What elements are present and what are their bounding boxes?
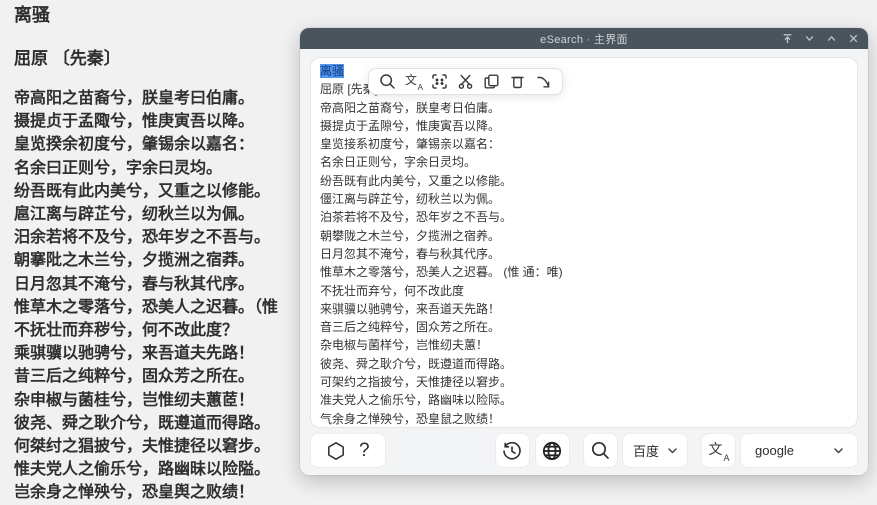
maximize-icon[interactable] (826, 33, 837, 44)
translate-icon: 文A (709, 441, 729, 461)
ocr-text-line: 帝高阳之苗裔兮，朕皇考日伯庸。 (320, 99, 848, 117)
ocr-text-line: 名余日正则兮，字余日灵均。 (320, 153, 848, 171)
copy-icon (483, 73, 500, 90)
ocr-text-line: 朝攀陇之木兰兮，夕揽洲之宿养。 (320, 227, 848, 245)
shape-button[interactable] (326, 441, 346, 461)
ocr-text-line: 不抚壮而弃兮，何不改此度 (320, 282, 848, 300)
ocr-text-line: 皇览接系初度兮，肇锡亲以嘉名： (320, 135, 848, 153)
minimize-icon[interactable] (804, 33, 815, 44)
ocr-text-line: 杂电椒与菌样兮，岂惟纫夫蕙！ (320, 336, 848, 354)
ocr-text-line: 僵江离与辟芷兮，纫秋兰以为佩。 (320, 190, 848, 208)
ocr-text-line: 惟草木之零落兮，恐美人之迟暮。 (惟 通：唯) (320, 263, 848, 281)
search-icon (590, 440, 611, 461)
copy-button[interactable] (482, 72, 501, 91)
trash-icon (509, 73, 526, 90)
help-button[interactable]: ? (359, 441, 370, 460)
footer-left-group: ? (310, 433, 386, 468)
ocr-text-line: 摄提贞于孟隙兮，惟庚寅吾以降。 (320, 117, 848, 135)
history-icon (501, 440, 523, 462)
search-button[interactable] (378, 72, 397, 91)
cut-button[interactable] (456, 72, 475, 91)
window-controls (782, 28, 859, 49)
ocr-text-line: 准夫党人之偷乐兮，路幽味以险际。 (320, 391, 848, 409)
ocr-text-editor[interactable]: 离骚 屈原 [先秦]帝高阳之苗裔兮，朕皇考日伯庸。摄提贞于孟隙兮，惟庚寅吾以降。… (310, 57, 858, 428)
esearch-window: eSearch · 主界面 (300, 28, 868, 475)
send-button[interactable] (534, 72, 553, 91)
ocr-text-line: 来骐骥以驰骋兮，来吾道天先路！ (320, 300, 848, 318)
translate-button[interactable]: 文A (404, 72, 423, 91)
ocr-text-line: 纷吾既有此内美兮，又重之以修能。 (320, 172, 848, 190)
ocr-text-lines: 屈原 [先秦]帝高阳之苗裔兮，朕皇考日伯庸。摄提贞于孟隙兮，惟庚寅吾以降。皇览接… (320, 80, 848, 428)
send-arrow-icon (535, 73, 552, 90)
translate-engine-button[interactable]: 文A (701, 433, 736, 468)
window-body: 离骚 屈原 [先秦]帝高阳之苗裔兮，朕皇考日伯庸。摄提贞于孟隙兮，惟庚寅吾以降。… (300, 49, 868, 475)
ocr-text-line: 可架约之指披兮，天惟捷径以窘步。 (320, 373, 848, 391)
ocr-text-line: 彼尧、舜之耿介兮，既遵道而得路。 (320, 355, 848, 373)
history-button[interactable] (495, 433, 530, 468)
translate-engine-value: google (755, 443, 794, 458)
search-engine-select[interactable]: 百度 (622, 433, 688, 468)
translate-engine-select[interactable]: google (740, 433, 858, 468)
hexagon-icon (326, 441, 346, 461)
ocr-text-line: 泊茶若将不及兮，恐年岁之不吾与。 (320, 208, 848, 226)
search-engine-value: 百度 (633, 441, 659, 460)
footer-bar: ? (310, 433, 858, 468)
pin-top-icon[interactable] (782, 33, 793, 44)
ocr-text-line: 气余身之惮殃兮，恐皇鼠之败绩！ (320, 410, 848, 428)
ocr-text-line: 音三后之纯粹兮，固众芳之所在。 (320, 318, 848, 336)
translate-icon: 文A (405, 73, 422, 90)
selection-toolbar: 文A (368, 68, 563, 95)
cut-icon (457, 73, 474, 90)
footer-right-group: 百度 文A google (495, 433, 858, 468)
window-titlebar[interactable]: eSearch · 主界面 (300, 28, 868, 49)
globe-icon (541, 440, 563, 462)
web-button[interactable] (535, 433, 570, 468)
chevron-down-icon (668, 448, 677, 454)
close-icon[interactable] (848, 33, 859, 44)
chevron-down-icon (834, 448, 843, 454)
selected-text: 离骚 (320, 64, 344, 78)
ocr-text-line: 日月忽其不淹兮，春与秋其代序。 (320, 245, 848, 263)
search-engine-button[interactable] (583, 433, 618, 468)
poem-title: 离骚 (14, 4, 877, 26)
poem-line: 岂余身之惮殃兮，恐皇舆之败绩！ (14, 481, 877, 504)
trash-button[interactable] (508, 72, 527, 91)
ocr-scan-button[interactable] (430, 72, 449, 91)
search-icon (379, 73, 396, 90)
ocr-scan-icon (431, 73, 448, 90)
window-title: eSearch · 主界面 (540, 31, 628, 47)
